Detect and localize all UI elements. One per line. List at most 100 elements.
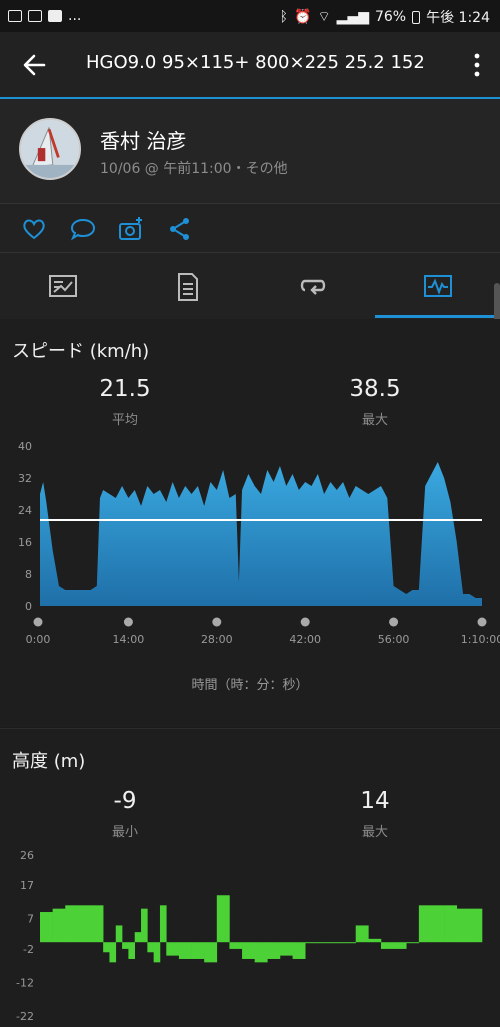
altitude-bar xyxy=(380,942,394,949)
add-photo-icon[interactable] xyxy=(118,216,144,242)
back-arrow-icon[interactable] xyxy=(20,50,50,80)
charts-tab[interactable] xyxy=(375,253,500,319)
altitude-bar xyxy=(204,942,218,963)
altitude-bar xyxy=(444,905,458,943)
overflow-menu-icon[interactable] xyxy=(472,52,482,78)
altitude-bar xyxy=(393,942,407,949)
speed-title: スピード (km/h) xyxy=(12,341,150,362)
altitude-bar xyxy=(141,908,148,943)
altitude-bar xyxy=(166,942,180,956)
altitude-bar xyxy=(229,942,243,949)
altitude-bar xyxy=(330,942,344,944)
x-tick-label: 28:00 xyxy=(201,633,233,646)
altitude-bar xyxy=(242,942,255,959)
y-tick-label: 7 xyxy=(27,913,34,926)
altitude-min-value: -9 xyxy=(113,788,137,814)
altitude-bar xyxy=(418,905,432,943)
share-icon[interactable] xyxy=(167,216,193,242)
x-tick-label: 42:00 xyxy=(289,633,321,646)
x-tick-marker xyxy=(389,617,399,627)
y-tick-label: 32 xyxy=(18,472,32,485)
y-tick-label: -2 xyxy=(23,943,34,956)
laps-tab[interactable] xyxy=(250,253,375,319)
summary-tab[interactable] xyxy=(0,253,125,319)
altitude-bar xyxy=(52,908,66,943)
activity-meta: 10/06 @ 午前11:00・その他 xyxy=(100,161,288,177)
altitude-bar xyxy=(355,925,369,943)
battery-percent: 76% xyxy=(374,9,407,25)
altitude-bar xyxy=(469,908,483,943)
y-tick-label: -22 xyxy=(16,1010,34,1023)
video-icon xyxy=(48,10,62,22)
altitude-bar xyxy=(134,932,142,943)
document-icon xyxy=(178,273,198,301)
altitude-bar xyxy=(431,905,445,943)
y-tick-label: 16 xyxy=(18,536,32,549)
altitude-chart: 26 17 7 -2 -12 -22 xyxy=(16,849,483,1023)
comment-icon[interactable] xyxy=(70,216,96,242)
altitude-bar xyxy=(368,938,382,943)
y-tick-label: 8 xyxy=(25,568,32,581)
speed-average-value: 21.5 xyxy=(99,376,151,402)
user-name[interactable]: 香村 治彦 xyxy=(100,125,186,154)
battery-icon xyxy=(412,10,421,24)
flag-icon xyxy=(28,10,42,22)
speed-max-label: 最大 xyxy=(361,413,388,428)
altitude-bar xyxy=(317,942,331,944)
profile-row[interactable]: 香村 治彦 10/06 @ 午前11:00・その他 xyxy=(0,99,500,203)
y-tick-label: -12 xyxy=(16,976,34,989)
heart-icon[interactable] xyxy=(21,216,47,242)
y-tick-label: 26 xyxy=(20,849,34,862)
alarm-icon: ⏰ xyxy=(294,9,312,25)
altitude-bar xyxy=(90,905,104,943)
time-axis-title: 時間（時：分：秒） xyxy=(191,678,309,693)
image-icon xyxy=(8,10,22,22)
signal-icon: ▂▄▆ xyxy=(336,9,369,25)
altitude-max-label: 最大 xyxy=(361,825,388,840)
action-bar xyxy=(0,204,500,252)
altitude-bar xyxy=(456,908,470,943)
altitude-bar xyxy=(115,925,123,943)
altitude-bar xyxy=(254,942,268,963)
altitude-bar xyxy=(65,905,79,943)
x-tick-label: 0:00 xyxy=(26,633,51,646)
avatar[interactable] xyxy=(19,118,81,180)
x-tick-label: 14:00 xyxy=(113,633,145,646)
activity-title: HGO9.0 95×115+ 800×225 25.2 152 xyxy=(86,52,425,73)
clock: 午後 1:24 xyxy=(426,10,490,26)
active-tab-indicator xyxy=(375,315,500,318)
more-notifications: ... xyxy=(68,8,82,24)
altitude-bar xyxy=(292,942,306,959)
altitude-title: 高度 (m) xyxy=(12,751,86,772)
altitude-bar xyxy=(305,942,319,944)
altitude-bar xyxy=(216,895,230,943)
altitude-bar xyxy=(267,942,281,959)
summary-icon xyxy=(49,275,77,297)
x-tick-marker xyxy=(477,617,487,627)
altitude-min-label: 最小 xyxy=(111,825,138,840)
altitude-bar xyxy=(122,942,129,949)
speed-max-value: 38.5 xyxy=(349,376,401,402)
speed-series-area xyxy=(40,462,482,606)
speed-chart: 40 32 24 16 8 0 0:00 14:00 28:00 42:00 56:00 1:10:0… xyxy=(18,440,500,646)
y-tick-label: 24 xyxy=(18,504,32,517)
altitude-bar xyxy=(103,942,110,953)
status-bar: ... ᛒ ⏰ ⌔ ▂▄▆ 76% 午後 1:24 xyxy=(0,0,500,32)
bluetooth-icon: ᛒ xyxy=(279,9,289,25)
altitude-bar xyxy=(153,942,161,963)
altitude-bar xyxy=(109,942,117,963)
details-tab[interactable] xyxy=(125,253,250,319)
altitude-bar xyxy=(147,942,154,953)
chart-icon xyxy=(424,275,452,297)
altitude-bar xyxy=(406,942,420,944)
loop-icon xyxy=(300,279,326,295)
x-tick-label: 56:00 xyxy=(378,633,410,646)
wifi-icon: ⌔ xyxy=(317,9,331,25)
y-tick-label: 17 xyxy=(20,879,34,892)
x-tick-marker xyxy=(212,617,222,627)
y-tick-label: 40 xyxy=(18,440,32,453)
speed-average-label: 平均 xyxy=(111,413,138,428)
altitude-bar xyxy=(159,905,167,943)
altitude-bar xyxy=(40,912,53,943)
altitude-bar xyxy=(279,942,293,956)
